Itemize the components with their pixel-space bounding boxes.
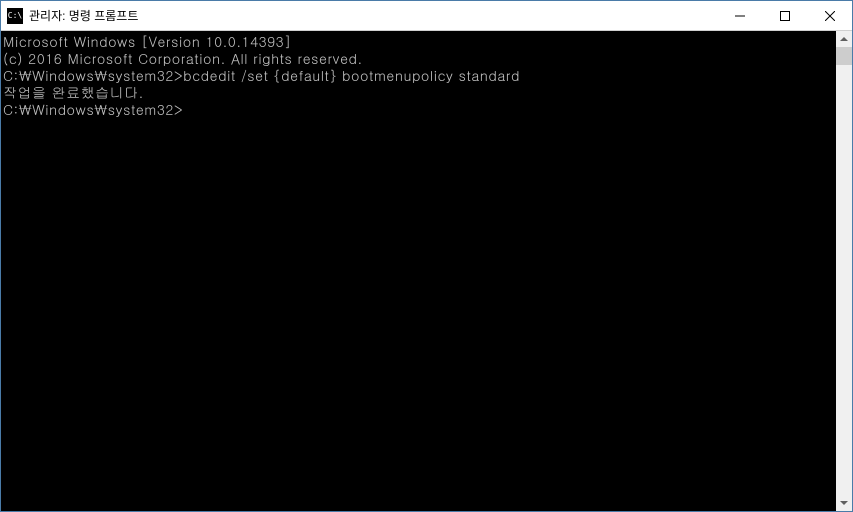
window-controls [717,1,852,30]
window-titlebar: C:\ 관리자: 명령 프롬프트 [1,1,852,31]
chevron-up-icon [840,35,848,43]
app-icon-text: C:\ [8,11,22,20]
console-area: Microsoft Windows [Version 10.0.14393](c… [1,31,852,511]
vertical-scrollbar[interactable] [836,31,852,511]
prompt-line: C:\Windows\system32> [3,101,836,118]
scroll-up-button[interactable] [836,31,852,47]
maximize-button[interactable] [762,1,807,30]
close-icon [825,11,835,21]
minimize-icon [735,11,745,21]
close-button[interactable] [807,1,852,30]
minimize-button[interactable] [717,1,762,30]
chevron-down-icon [840,499,848,507]
maximize-icon [780,11,790,21]
app-icon: C:\ [7,8,23,24]
scroll-thumb[interactable] [836,47,852,65]
console-output[interactable]: Microsoft Windows [Version 10.0.14393](c… [1,31,836,511]
scroll-down-button[interactable] [836,495,852,511]
scroll-track[interactable] [836,47,852,495]
window-title: 관리자: 명령 프롬프트 [29,7,717,24]
